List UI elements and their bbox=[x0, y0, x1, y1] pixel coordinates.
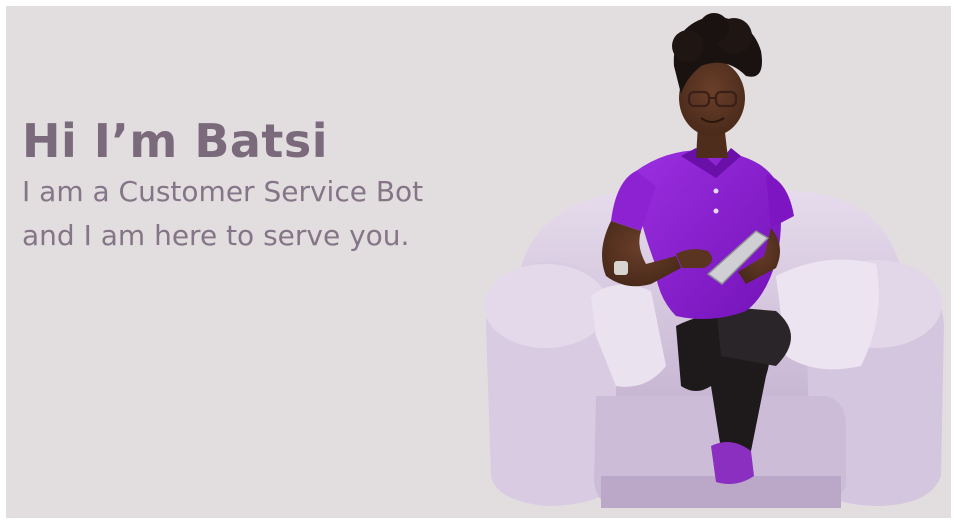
tagline-line-1: I am a Customer Service Bot bbox=[22, 175, 424, 208]
intro-text-block: Hi I’m Batsi I am a Customer Service Bot… bbox=[22, 112, 423, 258]
welcome-banner: Hi I’m Batsi I am a Customer Service Bot… bbox=[6, 6, 951, 518]
tagline-line-2: and I am here to serve you. bbox=[22, 219, 410, 252]
greeting-headline: Hi I’m Batsi bbox=[22, 114, 329, 168]
cushion-right bbox=[776, 259, 879, 370]
batsi-avatar-illustration bbox=[476, 6, 951, 518]
